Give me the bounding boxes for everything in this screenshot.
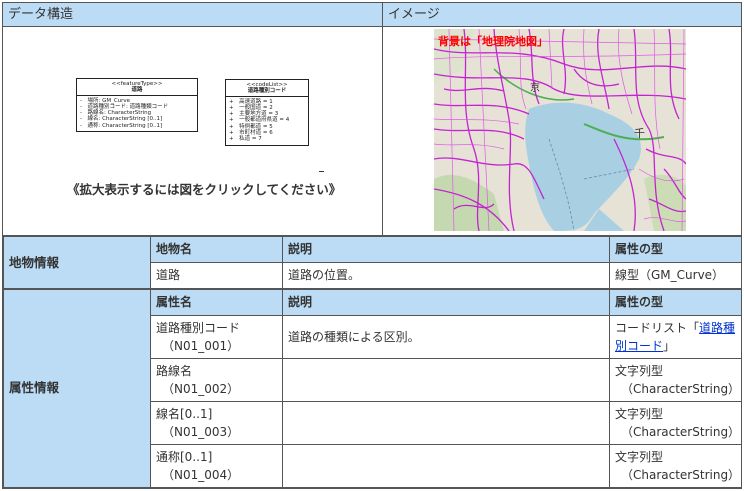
attribute-code: （N01_001）: [162, 338, 240, 353]
attribute-type-line2: （CharacterString）: [621, 381, 741, 396]
data-structure-table: データ構造 イメージ <<featureType>> 道路 - 場所: GM_C…: [2, 2, 742, 489]
attribute-name: 線名[0..1] （N01_003）: [150, 400, 283, 445]
attribute-code: （N01_002）: [162, 381, 240, 396]
attribute-type-line1: 文字列型: [615, 406, 664, 421]
uml-diagram-cell[interactable]: <<featureType>> 道路 - 場所: GM_Curve - 道路種別…: [3, 27, 383, 235]
data-structure-header: データ構造: [3, 3, 383, 27]
map-source-label: 背景は「地理院地図」: [438, 35, 548, 48]
attribute-code: （N01_004）: [162, 467, 240, 482]
feature-info-label: 地物情報: [3, 235, 151, 290]
feature-type-box[interactable]: <<featureType>> 道路 - 場所: GM_Curve - 道路種別…: [76, 78, 198, 133]
map-graphic: 京 千: [434, 29, 686, 231]
feature-type-attributes: - 場所: GM_Curve - 道路種別コード: 道路種類コード - 路線名:…: [77, 96, 197, 131]
attribute-type-line2: （CharacterString）: [621, 424, 741, 439]
attribute-name: 通称[0..1] （N01_004）: [150, 443, 283, 488]
attribute-desc: [282, 400, 610, 445]
attribute-info-label: 属性情報: [3, 288, 151, 488]
attribute-name-text: 道路種別コード: [156, 320, 241, 335]
attribute-desc: 道路の種類による区別。: [282, 314, 610, 359]
image-header: イメージ: [383, 3, 741, 27]
attribute-type-line2: （CharacterString）: [621, 467, 741, 482]
codelist-header: <<codeList>> 道路種別コード: [226, 80, 308, 97]
attribute-type: コードリスト「道路種別コード」: [609, 314, 742, 359]
attribute-name-text: 路線名: [156, 363, 193, 378]
codelist-box[interactable]: <<codeList>> 道路種別コード + 高速道路 = 1 + 一般国道 =…: [225, 79, 309, 146]
attribute-type-line1: 文字列型: [615, 363, 664, 378]
attribute-type: 文字列型 （CharacterString）: [609, 400, 742, 445]
map-image-cell: 京 千 背景は「地理院地図」: [383, 27, 741, 235]
map-place-chi: 千: [634, 127, 645, 140]
attribute-type-prefix: コードリスト「: [615, 320, 700, 335]
feature-type-header: <<featureType>> 道路: [77, 79, 197, 96]
codelist-items: + 高速道路 = 1 + 一般国道 = 2 + 主要地方道 = 3 + 一般都道…: [226, 97, 308, 145]
road-map-image[interactable]: 京 千 背景は「地理院地図」: [434, 29, 686, 231]
attribute-code: （N01_003）: [162, 424, 240, 439]
attribute-type-suffix: 」: [663, 338, 676, 353]
attribute-type: 文字列型 （CharacterString）: [609, 357, 742, 402]
feature-desc: 道路の位置。: [282, 261, 610, 290]
attribute-name-text: 線名[0..1]: [156, 406, 213, 421]
attribute-name: 道路種別コード （N01_001）: [150, 314, 283, 359]
attribute-type: 文字列型 （CharacterString）: [609, 443, 742, 488]
attribute-table: 地物情報 地物名 説明 属性の型 道路 道路の位置。 線型（GM_Curve） …: [3, 235, 742, 488]
diagram-mark: [319, 171, 324, 172]
col-feature-name: 地物名: [150, 235, 283, 263]
col-feature-type: 属性の型: [609, 235, 742, 263]
col-attribute-type: 属性の型: [609, 288, 742, 316]
attribute-name-text: 通称[0..1]: [156, 449, 213, 464]
col-feature-desc: 説明: [282, 235, 610, 263]
feature-type-name: 道路: [131, 87, 143, 94]
codelist-name: 道路種別コード: [247, 88, 287, 95]
col-attribute-desc: 説明: [282, 288, 610, 316]
feature-attr: - 通称: CharacterString [0..1]: [80, 122, 163, 129]
attribute-desc: [282, 443, 610, 488]
feature-type: 線型（GM_Curve）: [609, 261, 742, 290]
col-attribute-name: 属性名: [150, 288, 283, 316]
codelist-item: + 私道 = 7: [229, 136, 262, 143]
map-place-kyo: 京: [530, 81, 540, 94]
enlarge-caption: 《拡大表示するには図をクリックしてください》: [67, 182, 342, 197]
attribute-type-line1: 文字列型: [615, 449, 664, 464]
attribute-name: 路線名 （N01_002）: [150, 357, 283, 402]
feature-name: 道路: [150, 261, 283, 290]
attribute-desc: [282, 357, 610, 402]
